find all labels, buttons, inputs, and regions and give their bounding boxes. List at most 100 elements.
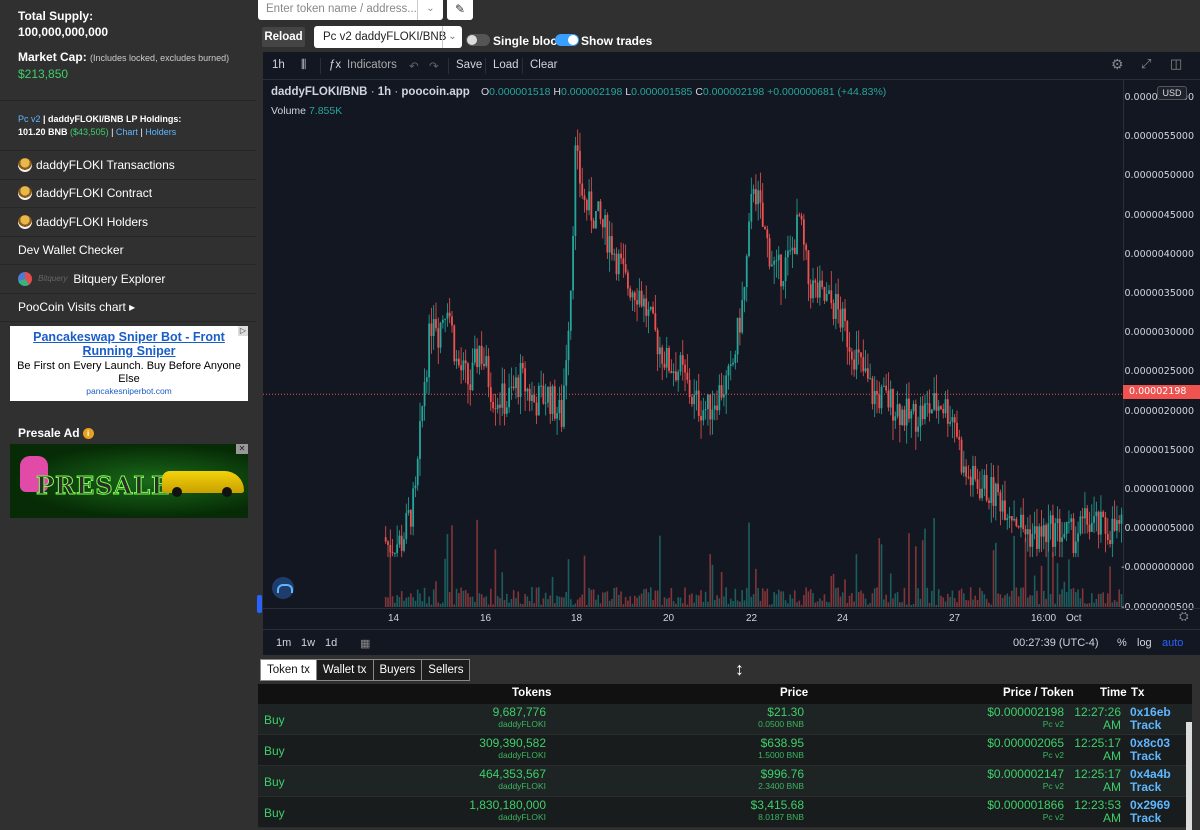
camera-icon[interactable]: ◫ [1170, 56, 1182, 72]
lp-version-link[interactable]: Pc v2 [18, 114, 41, 124]
candle-body [1093, 516, 1095, 523]
sidebar-item-transactions[interactable]: daddyFLOKI Transactions [0, 151, 256, 180]
trade-time-ampm: AM [1103, 718, 1121, 732]
chevron-down-icon[interactable]: ⌄ [417, 0, 443, 20]
undo-icon[interactable]: ↶ [409, 59, 419, 73]
redo-icon[interactable]: ↷ [429, 59, 439, 73]
candle-body [601, 219, 604, 228]
volume-bar [471, 596, 474, 607]
settings-gear-icon[interactable]: ⚙ [1111, 56, 1124, 73]
table-row[interactable]: Buy 309,390,582 daddyFLOKI $638.95 1.5000 BN… [258, 735, 1192, 766]
candle-body [720, 385, 723, 398]
axis-settings-icon[interactable]: ⛭ [1179, 609, 1189, 624]
log-toggle[interactable]: log [1137, 637, 1152, 649]
fullscreen-icon[interactable]: ⤢ [1141, 56, 1151, 72]
candle-body [460, 365, 463, 371]
pair-select[interactable]: Pc v2 daddyFLOKI/BNB ⌄ [314, 26, 462, 48]
tab-buyers[interactable]: Buyers [372, 659, 423, 681]
trade-time: 12:23:53 AM [1071, 799, 1121, 825]
sidebar-item-label: daddyFLOKI Transactions [36, 157, 175, 172]
ad-title[interactable]: Pancakeswap Sniper Bot - Front Running S… [10, 330, 248, 358]
candle-body [924, 403, 926, 420]
percent-toggle[interactable]: % [1117, 637, 1127, 649]
currency-select[interactable]: USD [1157, 86, 1187, 100]
table-scrollbar[interactable] [1186, 722, 1192, 830]
sniper-bot-ad[interactable]: ▷ Pancakeswap Sniper Bot - Front Running… [10, 326, 248, 401]
candle-body [844, 308, 846, 322]
lp-chart-link[interactable]: Chart [116, 127, 138, 137]
reload-button[interactable]: Reload [262, 27, 305, 47]
save-button[interactable]: Save [456, 59, 482, 71]
volume-bar [1004, 595, 1006, 607]
trade-time-ampm: AM [1103, 780, 1121, 794]
candle-body [942, 408, 945, 414]
chevron-down-icon[interactable]: ⌄ [442, 26, 462, 48]
candle-body [572, 236, 574, 291]
track-link[interactable]: Track [1130, 750, 1170, 763]
token-search-input[interactable]: Enter token name / address... ⌄ [258, 0, 443, 20]
table-row[interactable]: Buy 464,353,567 daddyFLOKI $996.76 2.3400 BN… [258, 766, 1192, 797]
resize-handle-icon[interactable]: ↕ [735, 659, 744, 680]
volume-bar [803, 594, 805, 607]
volume-bar [935, 604, 938, 607]
load-button[interactable]: Load [493, 59, 519, 71]
clock-time[interactable]: 00:27:39 (UTC-4) [1013, 637, 1099, 649]
candle-body [649, 306, 652, 310]
edit-icon[interactable]: ✎ [447, 0, 473, 20]
candle-style-icon[interactable]: ⫼ [301, 59, 306, 72]
volume-bar [793, 590, 796, 607]
track-link[interactable]: Track [1130, 812, 1170, 825]
sidebar-item-bitquery[interactable]: Bitquery Bitquery Explorer [0, 265, 256, 294]
track-link[interactable]: Track [1130, 781, 1171, 794]
sidebar-item-contract[interactable]: daddyFLOKI Contract [0, 180, 256, 208]
volume-bar [556, 595, 558, 607]
tab-wallet-tx[interactable]: Wallet tx [315, 659, 374, 681]
volume-bar [883, 599, 885, 607]
candle-body [1090, 522, 1093, 532]
lp-holders-link[interactable]: Holders [145, 127, 176, 137]
show-trades-toggle[interactable] [555, 34, 579, 46]
candle-body [946, 399, 949, 424]
candle-plot[interactable] [263, 80, 1123, 608]
candle-body [528, 388, 531, 401]
info-icon[interactable]: i [82, 427, 94, 439]
presale-ad-banner[interactable]: PRESALE ✕ [10, 444, 248, 518]
candle-body [718, 385, 721, 411]
table-row[interactable]: Buy 1,830,180,000 daddyFLOKI $3,415.68 8.018… [258, 797, 1192, 828]
candle-body [860, 352, 862, 358]
sidebar-item-holders[interactable]: daddyFLOKI Holders [0, 208, 256, 237]
range-1d[interactable]: 1d [325, 637, 337, 649]
tab-token-tx[interactable]: Token tx [260, 659, 317, 681]
price-chart[interactable]: 1h ⫼ ƒx Indicators ↶ ↷ Save Load Clear ⚙… [263, 52, 1200, 655]
volume-bar [649, 587, 652, 607]
ad-close-icon[interactable]: ✕ [236, 444, 248, 454]
tab-sellers[interactable]: Sellers [421, 659, 471, 681]
tradingview-logo-icon[interactable] [272, 577, 294, 599]
range-1m[interactable]: 1m [276, 637, 291, 649]
single-blocks-toggle[interactable] [466, 34, 490, 46]
total-supply-label: Total Supply: [18, 9, 94, 23]
candle-body [624, 264, 627, 273]
clear-button[interactable]: Clear [530, 59, 557, 71]
volume-bar [544, 592, 547, 607]
chart-side-handle[interactable] [257, 595, 262, 613]
indicators-button[interactable]: Indicators [347, 59, 397, 71]
auto-toggle[interactable]: auto [1162, 637, 1183, 649]
indicators-icon[interactable]: ƒx [329, 59, 341, 71]
sidebar-item-dev-wallet[interactable]: Dev Wallet Checker [0, 237, 256, 265]
table-row[interactable]: Buy 9,687,776 daddyFLOKI $21.30 0.0500 BNB $0… [258, 704, 1192, 735]
ad-url[interactable]: pancakesniperbot.com [10, 386, 248, 396]
volume-bar [704, 591, 707, 607]
volume-bar [1047, 523, 1050, 607]
volume-bar [951, 590, 954, 607]
bitquery-logo-icon [18, 271, 32, 286]
range-1w[interactable]: 1w [301, 637, 315, 649]
track-link[interactable]: Track [1130, 719, 1171, 732]
price-axis[interactable]: 0.00000600000.00000550000.00000500000.00… [1121, 80, 1200, 613]
time-axis[interactable]: 14 16 18 20 22 24 27 16:00 Oct [263, 608, 1200, 628]
calendar-icon[interactable]: ▦ [360, 637, 370, 650]
interval-button[interactable]: 1h [272, 59, 285, 71]
sidebar-item-visits-chart[interactable]: PooCoin Visits chart ▸ [0, 294, 256, 322]
candle-body [462, 360, 465, 371]
ad-close-icon[interactable]: ▷ [238, 326, 248, 336]
